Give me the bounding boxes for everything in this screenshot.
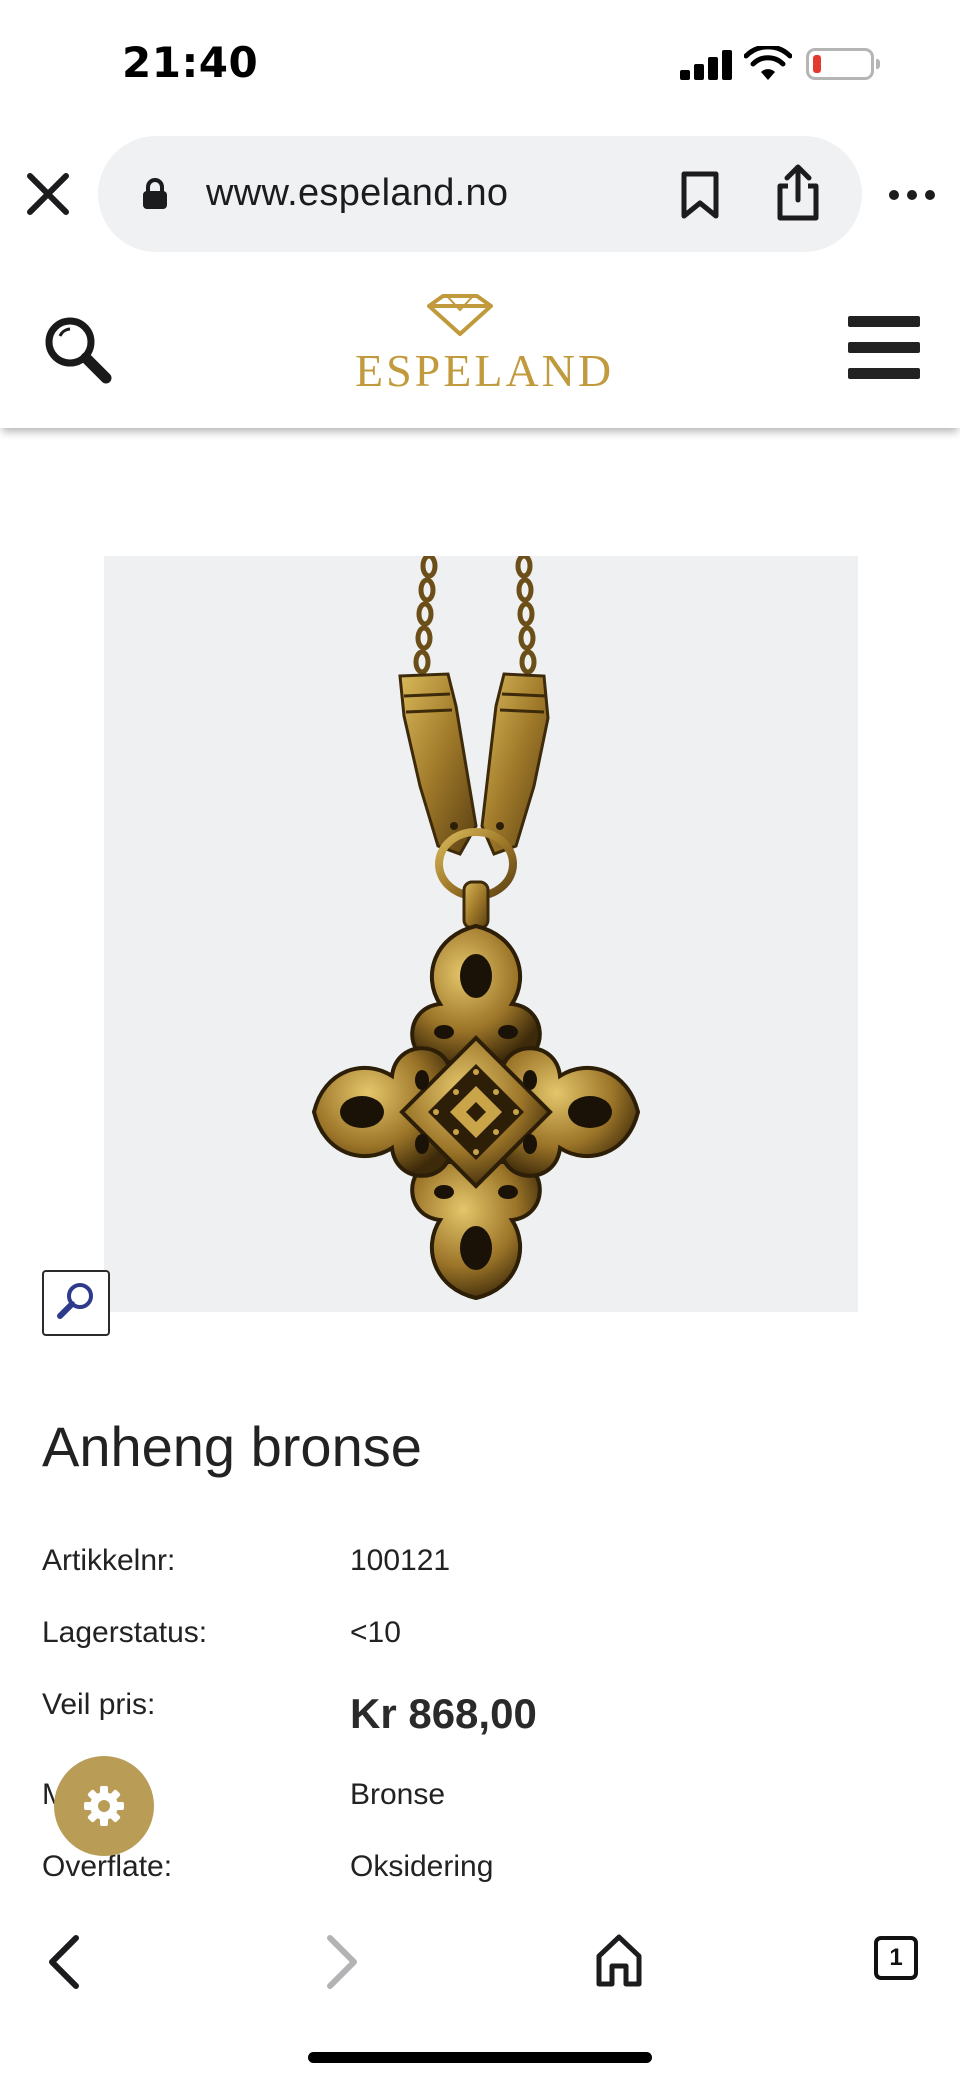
finish-value: Oksidering <box>350 1850 494 1883</box>
logo-text: ESPELAND <box>355 345 615 396</box>
hamburger-menu-icon[interactable] <box>848 316 920 380</box>
browser-toolbar: 1 <box>0 1910 960 2081</box>
chevron-left-icon[interactable] <box>40 1932 90 1992</box>
pendant-image <box>311 556 641 1301</box>
battery-level <box>813 55 821 73</box>
lock-icon <box>143 178 167 209</box>
cellular-signal-icon <box>680 50 732 80</box>
stock-label: Lagerstatus: <box>42 1616 208 1649</box>
product-title: Anheng bronse <box>42 1415 422 1478</box>
zoom-button[interactable] <box>42 1270 110 1336</box>
price-value: Kr 868,00 <box>350 1690 537 1737</box>
product-image[interactable] <box>104 556 858 1312</box>
home-icon[interactable] <box>594 1932 644 1988</box>
address-bar[interactable]: www.espeland.no <box>98 136 862 252</box>
home-indicator <box>308 2052 652 2063</box>
gear-icon <box>84 1786 124 1826</box>
sku-value: 100121 <box>350 1544 451 1577</box>
tabs-icon[interactable]: 1 <box>874 1936 918 1980</box>
share-icon[interactable] <box>774 162 822 222</box>
status-time: 21:40 <box>122 38 259 87</box>
chevron-right-icon[interactable] <box>316 1932 366 1992</box>
stock-value: <10 <box>350 1616 401 1649</box>
url-text[interactable]: www.espeland.no <box>206 172 508 215</box>
price-label: Veil pris: <box>42 1688 156 1721</box>
bookmark-icon[interactable] <box>678 170 722 220</box>
magnifier-icon <box>57 1283 93 1319</box>
diamond-logo-icon <box>427 294 493 336</box>
espeland-logo[interactable]: ESPELAND <box>355 292 615 412</box>
sku-label: Artikkelnr: <box>42 1544 176 1577</box>
settings-button[interactable] <box>54 1756 154 1856</box>
material-value: Bronse <box>350 1778 446 1811</box>
site-header: ESPELAND <box>0 266 960 428</box>
search-icon[interactable] <box>42 314 112 384</box>
close-icon[interactable] <box>22 168 74 220</box>
battery-icon <box>806 48 880 80</box>
wifi-icon <box>744 46 792 80</box>
more-icon[interactable] <box>888 180 936 210</box>
status-bar: 21:40 <box>0 0 960 130</box>
